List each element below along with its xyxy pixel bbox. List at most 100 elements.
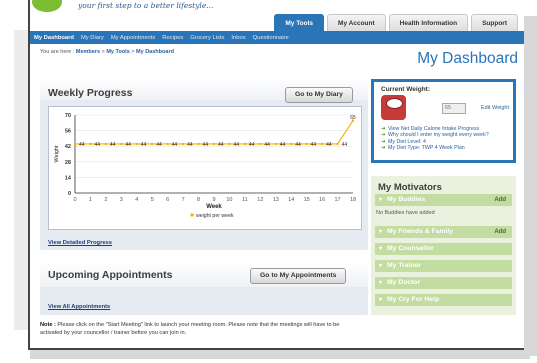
breadcrumb-sep: > bbox=[131, 49, 135, 55]
x-tick-label: 6 bbox=[166, 197, 169, 203]
page-title: My Dashboard bbox=[417, 50, 518, 67]
weight-chart-svg: 014284256700 1 2 3 4 5 6 7 8 9 10 11 12 13 14 15 16 17 18W… bbox=[54, 113, 356, 219]
edit-weight-link[interactable]: Edit Weight bbox=[481, 105, 509, 111]
nav-questionnaire[interactable]: Questionnaire bbox=[253, 35, 289, 41]
data-label: 44 bbox=[280, 142, 286, 148]
x-tick-label: 2 bbox=[104, 197, 107, 203]
motivator-my-buddies[interactable]: ▾ My Buddies Add bbox=[375, 194, 512, 206]
add-friend-button[interactable]: Add bbox=[494, 226, 506, 238]
breadcrumb-sep: > bbox=[101, 49, 105, 55]
data-label: 44 bbox=[187, 142, 193, 148]
appointments-title: Upcoming Appointments bbox=[48, 269, 173, 281]
tools-navbar: My Dashboard My Diary My Appointments Re… bbox=[30, 31, 524, 44]
breadcrumb-my-tools[interactable]: My Tools bbox=[106, 49, 129, 55]
data-label: 65 bbox=[350, 115, 356, 121]
go-to-appointments-button[interactable]: Go to My Appointments bbox=[250, 268, 347, 284]
data-label: 44 bbox=[79, 142, 85, 148]
page-shadow-right bbox=[524, 16, 537, 356]
data-point bbox=[73, 142, 77, 146]
legend-marker bbox=[190, 213, 194, 217]
tab-support[interactable]: Support bbox=[471, 14, 518, 32]
motivator-doctor[interactable]: ▾ My Doctor bbox=[375, 277, 512, 289]
motivators-panel: My Motivators ▾ My Buddies Add No Buddie… bbox=[371, 176, 516, 315]
x-axis-title: Week bbox=[206, 204, 222, 210]
site-logo[interactable] bbox=[32, 0, 62, 12]
breadcrumb-prefix: You are here : bbox=[40, 49, 75, 55]
series-line-weight bbox=[75, 120, 354, 145]
weight-chart: 0 14 28 42 56 70 0 1 2 3 4 5 6 7 8 9 10 11 12 13 14 15 16 17 18 W… bbox=[48, 106, 362, 230]
x-tick-label: 14 bbox=[288, 197, 294, 203]
y-tick-label: 0 bbox=[68, 191, 71, 197]
scale-icon bbox=[381, 95, 406, 120]
motivator-counsellor[interactable]: ▾ My Counsellor bbox=[375, 243, 512, 255]
add-buddy-button[interactable]: Add bbox=[494, 194, 506, 206]
data-point bbox=[243, 142, 247, 146]
data-point bbox=[320, 142, 324, 146]
no-buddies-text: No Buddies have added bbox=[376, 210, 435, 216]
y-tick-label: 56 bbox=[65, 129, 71, 135]
y-tick-label: 42 bbox=[65, 144, 71, 150]
data-label: 44 bbox=[110, 142, 116, 148]
y-tick-label: 70 bbox=[65, 113, 71, 119]
meeting-note: Note : Please click on the "Start Meetin… bbox=[40, 322, 360, 337]
motivator-cry-for-help[interactable]: ▾ My Cry For Help bbox=[375, 294, 512, 306]
x-tick-label: 12 bbox=[257, 197, 263, 203]
go-to-diary-button[interactable]: Go to My Diary bbox=[285, 87, 353, 103]
tab-my-account[interactable]: My Account bbox=[327, 14, 386, 32]
data-point bbox=[228, 142, 231, 146]
chevron-down-icon: ▾ bbox=[379, 297, 383, 303]
current-weight-box: Current Weight: 65 Edit Weight ➜ View Net… bbox=[371, 79, 516, 163]
current-weight-field[interactable]: 65 bbox=[442, 103, 466, 114]
breadcrumb-members[interactable]: Members bbox=[76, 49, 100, 55]
note-text: Please click on the "Start Meeting" link… bbox=[40, 322, 340, 336]
x-tick-label: 11 bbox=[242, 197, 248, 203]
breadcrumb-my-dashboard[interactable]: My Dashboard bbox=[136, 49, 174, 55]
data-point bbox=[212, 142, 216, 146]
motivator-trainer[interactable]: ▾ My Trainer bbox=[375, 260, 512, 272]
data-point bbox=[181, 142, 185, 146]
weight-links: ➜ View Net Daily Calorie Intake Progress … bbox=[381, 126, 513, 151]
chevron-down-icon: ▾ bbox=[379, 197, 383, 203]
nav-my-appointments[interactable]: My Appointments bbox=[111, 35, 155, 41]
tab-health-information[interactable]: Health Information bbox=[388, 14, 469, 32]
data-point bbox=[135, 142, 138, 146]
browser-page: your first step to a better lifestyle...… bbox=[28, 0, 524, 350]
data-label: 44 bbox=[203, 142, 209, 148]
x-tick-label: 18 bbox=[350, 197, 356, 203]
link-diet-type[interactable]: ➜ My Diet Type: TWP 4 Week Plan bbox=[381, 145, 513, 151]
data-label: 44 bbox=[295, 142, 301, 148]
weekly-progress-title: Weekly Progress bbox=[48, 87, 133, 99]
nav-my-diary[interactable]: My Diary bbox=[81, 35, 104, 41]
data-label: 44 bbox=[218, 142, 224, 148]
x-tick-label: 17 bbox=[334, 197, 340, 203]
nav-recipes[interactable]: Recipes bbox=[162, 35, 183, 41]
data-label: 44 bbox=[264, 142, 270, 148]
motivator-friends-family[interactable]: ▾ My Friends & Family Add bbox=[375, 226, 512, 238]
motivators-title: My Motivators bbox=[378, 182, 442, 193]
x-tick-label: 3 bbox=[120, 197, 123, 203]
data-label: 44 bbox=[125, 142, 131, 148]
view-detailed-progress-link[interactable]: View Detailed Progress bbox=[48, 240, 112, 246]
data-point bbox=[166, 142, 169, 146]
data-label: 44 bbox=[342, 142, 348, 148]
data-label: 44 bbox=[141, 142, 147, 148]
appointments-panel: Upcoming Appointments Go to My Appointme… bbox=[40, 263, 368, 315]
data-point bbox=[89, 142, 92, 146]
current-weight-title: Current Weight: bbox=[381, 86, 430, 93]
x-tick-label: 9 bbox=[212, 197, 215, 203]
x-tick-label: 13 bbox=[273, 197, 279, 203]
nav-inbox[interactable]: Inbox bbox=[231, 35, 245, 41]
chevron-down-icon: ▾ bbox=[379, 229, 383, 235]
data-label: 44 bbox=[156, 142, 162, 148]
nav-grocery-lists[interactable]: Grocery Lists bbox=[190, 35, 224, 41]
chevron-down-icon: ▾ bbox=[379, 246, 383, 252]
chevron-down-icon: ▾ bbox=[379, 263, 383, 269]
data-label: 44 bbox=[94, 142, 100, 148]
y-tick-label: 28 bbox=[65, 160, 71, 166]
view-all-appointments-link[interactable]: View All Appointments bbox=[48, 304, 110, 310]
breadcrumb: You are here : Members > My Tools > My D… bbox=[40, 49, 174, 55]
note-label: Note : bbox=[40, 322, 56, 328]
weekly-progress-panel: Weekly Progress Go to My Diary 0 14 28 42 56… bbox=[40, 78, 368, 250]
nav-my-dashboard[interactable]: My Dashboard bbox=[34, 35, 74, 41]
tab-my-tools[interactable]: My Tools bbox=[274, 14, 325, 32]
